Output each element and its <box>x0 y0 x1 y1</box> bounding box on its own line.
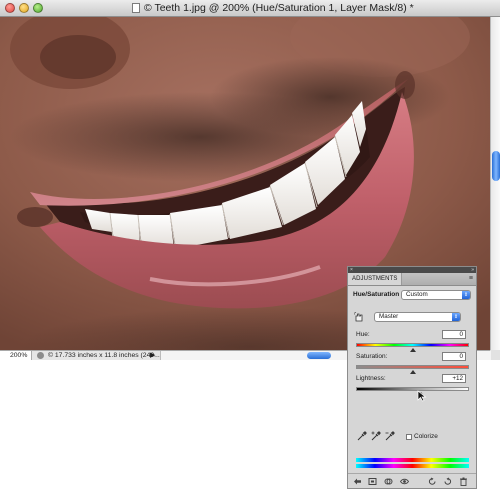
chevron-updown-icon: ⇕ <box>462 291 470 299</box>
lightness-slider[interactable] <box>356 387 469 391</box>
hue-label: Hue: <box>356 331 370 338</box>
lightness-input[interactable]: +12 <box>442 374 466 383</box>
eyedropper-plus-icon[interactable] <box>371 431 381 441</box>
trash-icon[interactable] <box>459 477 468 486</box>
preset-dropdown[interactable]: Custom ⇕ <box>401 290 471 300</box>
document-title: © Teeth 1.jpg @ 200% (Hue/Saturation 1, … <box>144 2 414 14</box>
reset-icon[interactable] <box>443 477 452 486</box>
tab-adjustments[interactable]: ADJUSTMENTS <box>348 273 403 285</box>
panel-footer-toolbar <box>348 473 476 489</box>
panel-tab-bar: ADJUSTMENTS ≡ <box>348 273 476 286</box>
zoom-icon[interactable] <box>33 3 43 13</box>
hue-input[interactable]: 0 <box>442 330 466 339</box>
output-color-spectrum <box>356 464 469 468</box>
minimize-icon[interactable] <box>19 3 29 13</box>
eyedropper-minus-icon[interactable] <box>385 431 395 441</box>
adjustments-panel: × » ADJUSTMENTS ≡ Hue/Saturation Custom … <box>347 266 477 489</box>
document-size-info: © 17.733 inches x 11.8 inches (240... <box>48 352 160 359</box>
zoom-level-field[interactable]: 200% <box>0 351 32 360</box>
previous-state-icon[interactable] <box>428 477 437 486</box>
eyedropper-group <box>357 431 402 441</box>
channel-dropdown[interactable]: Master ⇕ <box>374 312 461 322</box>
panel-menu-icon[interactable]: ≡ <box>469 274 473 284</box>
chevron-updown-icon: ⇕ <box>452 313 460 321</box>
expand-view-icon[interactable] <box>368 477 377 486</box>
saturation-slider[interactable] <box>356 365 469 369</box>
colorize-checkbox[interactable] <box>406 434 412 440</box>
lightness-label: Lightness: <box>356 375 386 382</box>
status-info-icon <box>37 352 44 359</box>
channel-value: Master <box>379 313 399 320</box>
saturation-slider-thumb[interactable] <box>410 370 416 374</box>
colorize-label: Colorize <box>414 433 438 440</box>
clip-layer-icon[interactable] <box>384 477 393 486</box>
horizontal-scroll-thumb[interactable] <box>307 352 331 359</box>
saturation-label: Saturation: <box>356 353 388 360</box>
eyedropper-icon[interactable] <box>357 431 367 441</box>
vertical-scroll-thumb[interactable] <box>492 151 500 181</box>
document-icon <box>132 3 140 13</box>
document-title-bar[interactable]: © Teeth 1.jpg @ 200% (Hue/Saturation 1, … <box>0 0 500 17</box>
hue-slider[interactable] <box>356 343 469 347</box>
resize-corner[interactable] <box>490 350 500 360</box>
on-image-adjust-icon[interactable] <box>354 312 365 323</box>
back-arrow-icon[interactable] <box>353 477 362 486</box>
preset-value: Custom <box>406 291 428 298</box>
input-color-spectrum <box>356 458 469 462</box>
close-icon[interactable] <box>5 3 15 13</box>
hue-slider-thumb[interactable] <box>410 348 416 352</box>
visibility-eye-icon[interactable] <box>400 477 409 486</box>
mouse-cursor-icon <box>417 390 427 402</box>
vertical-scrollbar[interactable] <box>490 17 500 350</box>
status-menu-arrow-icon[interactable]: ▶ <box>150 351 155 360</box>
saturation-input[interactable]: 0 <box>442 352 466 361</box>
adjustment-name: Hue/Saturation <box>353 291 400 298</box>
